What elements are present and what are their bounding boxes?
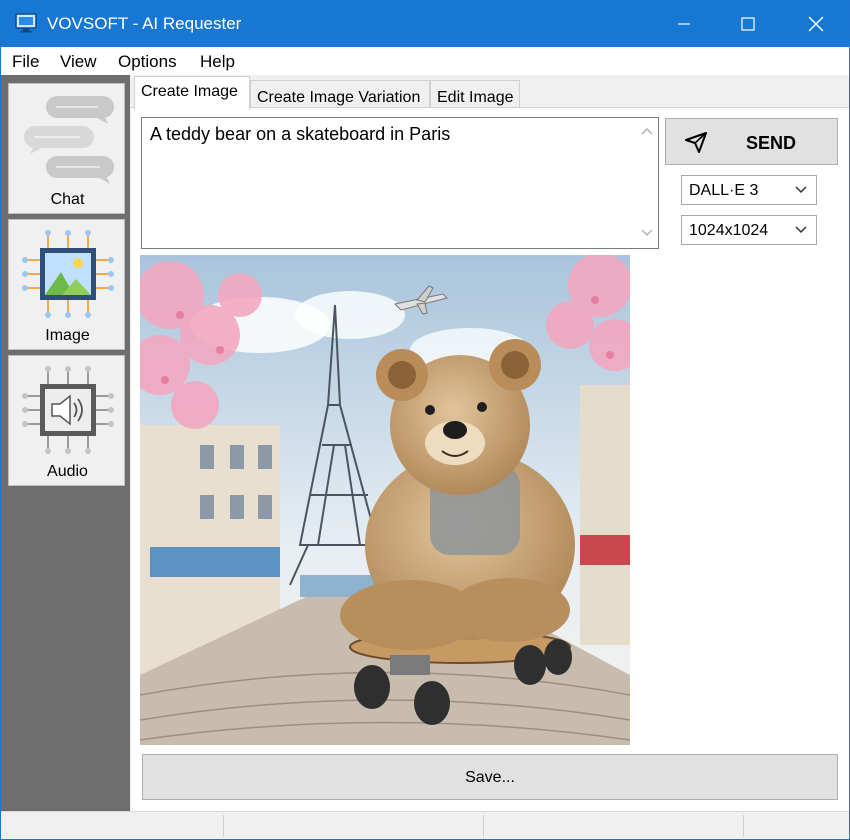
model-select-value: DALL·E 3 [689,182,759,199]
status-divider [483,815,484,837]
scroll-up-arrow-icon[interactable] [640,126,654,136]
sidebar: Chat Image Audio [1,75,130,811]
chevron-down-icon [795,226,807,234]
tab-edit-image[interactable]: Edit Image [430,80,520,109]
model-select[interactable]: DALL·E 3 [681,175,817,205]
app-window: VOVSOFT - AI Requester File View Options… [0,0,850,840]
close-icon [808,16,824,32]
paper-plane-icon [684,131,708,153]
menu-help[interactable]: Help [200,52,235,72]
save-label: Save... [465,769,515,786]
send-button[interactable]: SEND [665,118,838,165]
prompt-text: A teddy bear on a skateboard in Paris [150,124,451,144]
send-label: SEND [746,133,797,153]
prompt-input[interactable]: A teddy bear on a skateboard in Paris [141,117,659,249]
close-button[interactable] [783,1,849,47]
sidebar-item-chat[interactable]: Chat [8,83,125,214]
tab-create-image[interactable]: Create Image [134,76,250,110]
size-select-value: 1024x1024 [689,222,769,239]
window-title: VOVSOFT - AI Requester [47,14,242,33]
app-monitor-icon [15,13,37,33]
tab-create-image-variation[interactable]: Create Image Variation [250,80,430,109]
save-button[interactable]: Save... [142,754,838,800]
sidebar-item-label: Image [45,327,90,344]
sidebar-item-label: Chat [50,191,85,208]
chevron-down-icon [795,186,807,194]
maximize-button[interactable] [715,1,781,47]
title-bar: VOVSOFT - AI Requester [1,1,849,47]
scroll-down-arrow-icon[interactable] [640,228,654,238]
sidebar-item-label: Audio [47,463,88,480]
minimize-icon [678,23,690,25]
sidebar-item-image[interactable]: Image [8,219,125,350]
generated-image [140,255,630,745]
status-divider [743,815,744,837]
menu-view[interactable]: View [60,52,97,72]
sidebar-item-audio[interactable]: Audio [8,355,125,486]
menu-options[interactable]: Options [118,52,177,72]
status-divider [223,815,224,837]
image-chip-icon [9,224,126,324]
size-select[interactable]: 1024x1024 [681,215,817,245]
minimize-button[interactable] [651,1,717,47]
status-bar [1,811,849,839]
menu-bar: File View Options Help [1,47,849,75]
prompt-scrollbar[interactable] [636,118,658,248]
maximize-icon [741,17,755,31]
chat-bubbles-icon [9,88,126,188]
speaker-chip-icon [9,360,126,460]
menu-file[interactable]: File [12,52,39,72]
